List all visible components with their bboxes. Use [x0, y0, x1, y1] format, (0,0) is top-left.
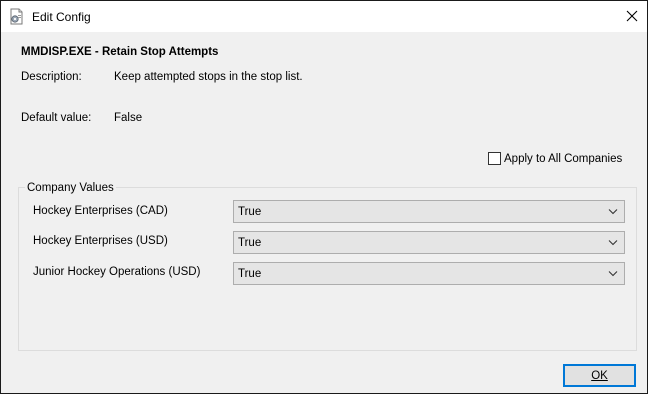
default-value: False	[114, 112, 143, 124]
close-button[interactable]	[617, 1, 647, 32]
edit-config-dialog: Edit Config MMDISP.EXE - Retain Stop Att…	[0, 0, 648, 394]
dropdown-selected-value: True	[238, 268, 262, 280]
chevron-down-icon	[608, 209, 618, 215]
ok-button-label: OK	[591, 370, 608, 382]
title-bar: Edit Config	[1, 1, 647, 32]
description-label: Description:	[21, 71, 82, 83]
company-label: Hockey Enterprises (USD)	[33, 235, 168, 247]
default-value-label: Default value:	[21, 112, 92, 124]
chevron-down-icon	[608, 271, 618, 277]
apply-all-checkbox[interactable]	[488, 152, 501, 165]
ok-button[interactable]: OK	[563, 364, 636, 387]
company-value-dropdown[interactable]: True	[233, 262, 625, 285]
company-values-title: Company Values	[25, 181, 116, 195]
dropdown-selected-value: True	[238, 206, 262, 218]
dropdown-selected-value: True	[238, 237, 262, 249]
window-title: Edit Config	[32, 10, 91, 24]
config-heading: MMDISP.EXE - Retain Stop Attempts	[21, 46, 219, 58]
description-value: Keep attempted stops in the stop list.	[114, 71, 303, 83]
company-label: Junior Hockey Operations (USD)	[33, 266, 201, 278]
close-icon	[626, 10, 638, 22]
chevron-down-icon	[608, 240, 618, 246]
config-document-icon	[9, 8, 25, 25]
company-label: Hockey Enterprises (CAD)	[33, 205, 168, 217]
company-value-dropdown[interactable]: True	[233, 200, 625, 223]
company-value-dropdown[interactable]: True	[233, 231, 625, 254]
apply-all-label[interactable]: Apply to All Companies	[504, 152, 622, 167]
